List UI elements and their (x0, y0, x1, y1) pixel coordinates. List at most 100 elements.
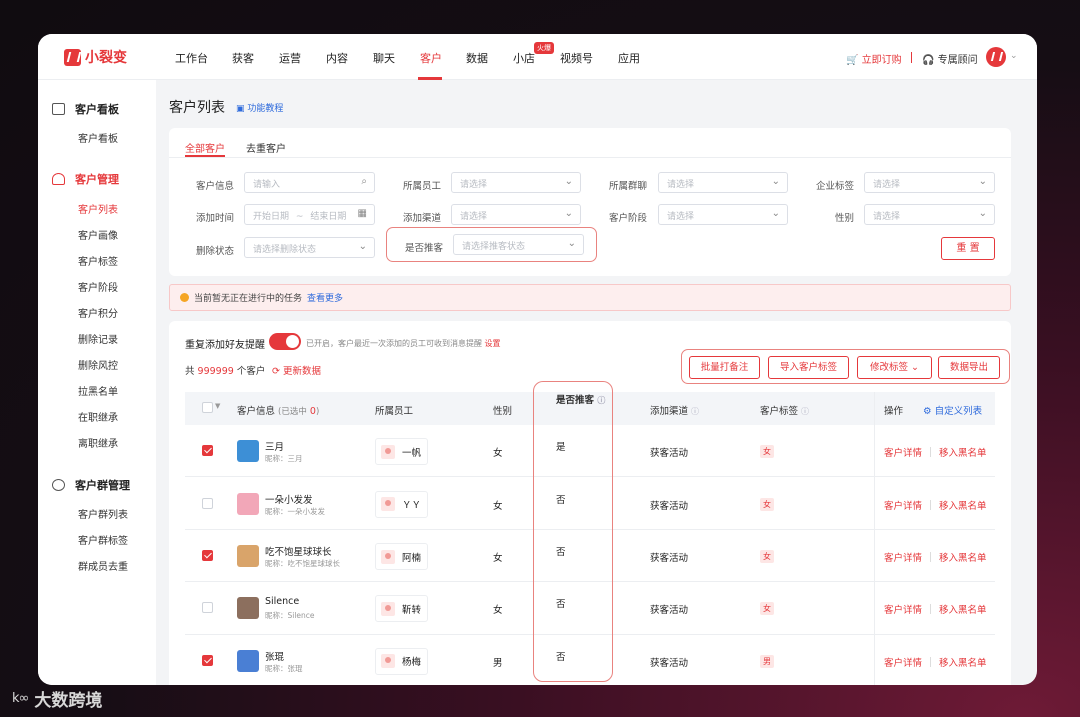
custom-columns-button[interactable]: ⚙ 自定义列表 (923, 403, 982, 417)
customer-avatar (237, 440, 259, 463)
employee-select[interactable]: 请选择 ⌄ (451, 172, 581, 193)
task-notice: 当前暂无正在进行中的任务 查看更多 (169, 284, 1011, 311)
sidebar-item-inherit-active[interactable]: 在职继承 (78, 409, 118, 424)
view-more-link[interactable]: 查看更多 (307, 291, 343, 304)
row-checkbox[interactable] (202, 497, 213, 509)
start-date-placeholder: 开始日期 (253, 212, 290, 222)
move-to-blacklist-link[interactable]: 移入黑名单 (939, 445, 987, 459)
customer-detail-link[interactable]: 客户详情 (884, 550, 922, 564)
sidebar-item-delete-record[interactable]: 删除记录 (78, 331, 118, 346)
sidebar-item-points[interactable]: 客户积分 (78, 305, 118, 320)
export-data-button[interactable]: 数据导出 (938, 356, 1000, 379)
tab-all-customers[interactable]: 全部客户 (185, 140, 225, 155)
sidebar-item-group-list[interactable]: 客户群列表 (78, 506, 128, 521)
batch-note-button[interactable]: 批量打备注 (689, 356, 760, 379)
sidebar-item-blacklist[interactable]: 拉黑名单 (78, 383, 118, 398)
refresh-label: 更新数据 (283, 366, 322, 377)
channel-placeholder: 请选择 (460, 212, 488, 222)
nav-item-customer[interactable]: 客户 (420, 50, 442, 66)
sidebar-group-dashboard[interactable]: 客户看板 (52, 101, 119, 117)
nav-item-chat[interactable]: 聊天 (373, 50, 395, 66)
customer-name[interactable]: Silence (265, 596, 299, 607)
settings-link[interactable]: 设置 (485, 339, 501, 348)
sidebar-item-tags[interactable]: 客户标签 (78, 253, 118, 268)
duplicate-reminder-toggle[interactable] (269, 333, 301, 350)
nav-item-content[interactable]: 内容 (326, 50, 348, 66)
nav-item-workbench[interactable]: 工作台 (175, 50, 208, 66)
move-to-blacklist-link[interactable]: 移入黑名单 (939, 655, 987, 669)
corp-tag-select[interactable]: 请选择 ⌄ (864, 172, 995, 193)
sidebar-item-portrait[interactable]: 客户画像 (78, 227, 118, 242)
move-to-blacklist-link[interactable]: 移入黑名单 (939, 498, 987, 512)
customer-nickname: 昵称：张琨 (265, 663, 303, 673)
sidebar-item-member-dedupe[interactable]: 群成员去重 (78, 558, 128, 573)
nav-item-apps[interactable]: 应用 (618, 50, 640, 66)
tutorial-label: 功能教程 (247, 104, 284, 114)
customer-name[interactable]: 吃不饱星球球长 (265, 544, 332, 558)
th-tag-label: 客户标签 (760, 406, 799, 417)
row-checkbox[interactable] (202, 445, 213, 457)
op-divider (930, 499, 931, 510)
move-to-blacklist-link[interactable]: 移入黑名单 (939, 602, 987, 616)
sidebar-item-dashboard[interactable]: 客户看板 (78, 130, 118, 145)
select-all-checkbox[interactable] (202, 402, 213, 413)
row-checkbox[interactable] (202, 602, 213, 614)
user-avatar[interactable] (986, 47, 1006, 67)
sidebar-item-delete-risk[interactable]: 删除风控 (78, 357, 118, 372)
channel-cell: 获客活动 (650, 500, 689, 512)
sidebar-group-customer-manage[interactable]: 客户管理 (52, 171, 119, 187)
brand-logo[interactable]: 小裂变 (64, 47, 127, 67)
th-selected-suffix: ) (315, 407, 320, 417)
import-tag-button[interactable]: 导入客户标签 (768, 356, 849, 379)
info-icon[interactable]: ⓘ (801, 407, 809, 416)
info-icon[interactable]: ⓘ (691, 407, 699, 416)
deleted-select[interactable]: 请选择删除状态 ⌄ (244, 237, 375, 258)
add-time-range[interactable]: 开始日期 ~ 结束日期 ▦ (244, 204, 375, 225)
nav-item-shop[interactable]: 小店 (513, 50, 535, 66)
reset-button[interactable]: 重 置 (941, 237, 995, 260)
chevron-down-icon[interactable]: ⌄ (1010, 51, 1018, 61)
group-select[interactable]: 请选择 ⌄ (658, 172, 788, 193)
customer-name[interactable]: 三月 (265, 439, 284, 453)
consultant-link[interactable]: 🎧 专属顾问 (922, 51, 978, 66)
customer-tag: 女 (760, 550, 774, 563)
nav-item-acquire[interactable]: 获客 (232, 50, 254, 66)
customer-info-input[interactable]: 请输入 ⌕ (244, 172, 375, 193)
recommend-select[interactable]: 请选择推客状态 ⌄ (453, 234, 584, 255)
tab-dedupe-customers[interactable]: 去重客户 (246, 140, 286, 155)
channel-select[interactable]: 请选择 ⌄ (451, 204, 581, 225)
order-link[interactable]: 🛒 立即订购 (846, 51, 902, 66)
nav-item-channels[interactable]: 视频号 (560, 50, 593, 66)
gender-cell: 女 (493, 500, 503, 512)
tutorial-link[interactable]: ▣ 功能教程 (236, 101, 283, 114)
chevron-down-icon[interactable]: ▼ (215, 402, 220, 410)
chevron-down-icon: ⌄ (771, 176, 780, 187)
sidebar-item-inherit-leave[interactable]: 离职继承 (78, 435, 118, 450)
nav-item-data[interactable]: 数据 (466, 50, 488, 66)
customer-name[interactable]: 一朵小发发 (265, 492, 313, 506)
customer-detail-link[interactable]: 客户详情 (884, 445, 922, 459)
customer-detail-link[interactable]: 客户详情 (884, 602, 922, 616)
row-checkbox[interactable] (202, 654, 213, 666)
watermark: k∞ 大数跨境 (12, 686, 102, 711)
move-to-blacklist-link[interactable]: 移入黑名单 (939, 550, 987, 564)
nav-item-operate[interactable]: 运营 (279, 50, 301, 66)
nav-active-indicator (418, 77, 442, 80)
customer-detail-link[interactable]: 客户详情 (884, 655, 922, 669)
sidebar-item-customer-list[interactable]: 客户列表 (78, 201, 118, 216)
customer-nickname: 昵称：三月 (265, 454, 303, 464)
search-icon[interactable]: ⌕ (361, 176, 367, 187)
sidebar-item-stage[interactable]: 客户阶段 (78, 279, 118, 294)
stage-select[interactable]: 请选择 ⌄ (658, 204, 788, 225)
refresh-data-button[interactable]: ⟳ 更新数据 (272, 363, 321, 377)
gender-select[interactable]: 请选择 ⌄ (864, 204, 995, 225)
sidebar-group-group-manage[interactable]: 客户群管理 (52, 477, 130, 493)
edit-tag-button[interactable]: 修改标签 ⌄ (857, 356, 932, 379)
consultant-label: 专属顾问 (937, 55, 978, 66)
customer-detail-link[interactable]: 客户详情 (884, 498, 922, 512)
customer-name[interactable]: 张琨 (265, 649, 284, 663)
row-checkbox[interactable] (202, 550, 213, 561)
sidebar-item-group-tags[interactable]: 客户群标签 (78, 532, 128, 547)
op-divider (930, 552, 931, 562)
employee-name: 靳转 (402, 604, 422, 616)
